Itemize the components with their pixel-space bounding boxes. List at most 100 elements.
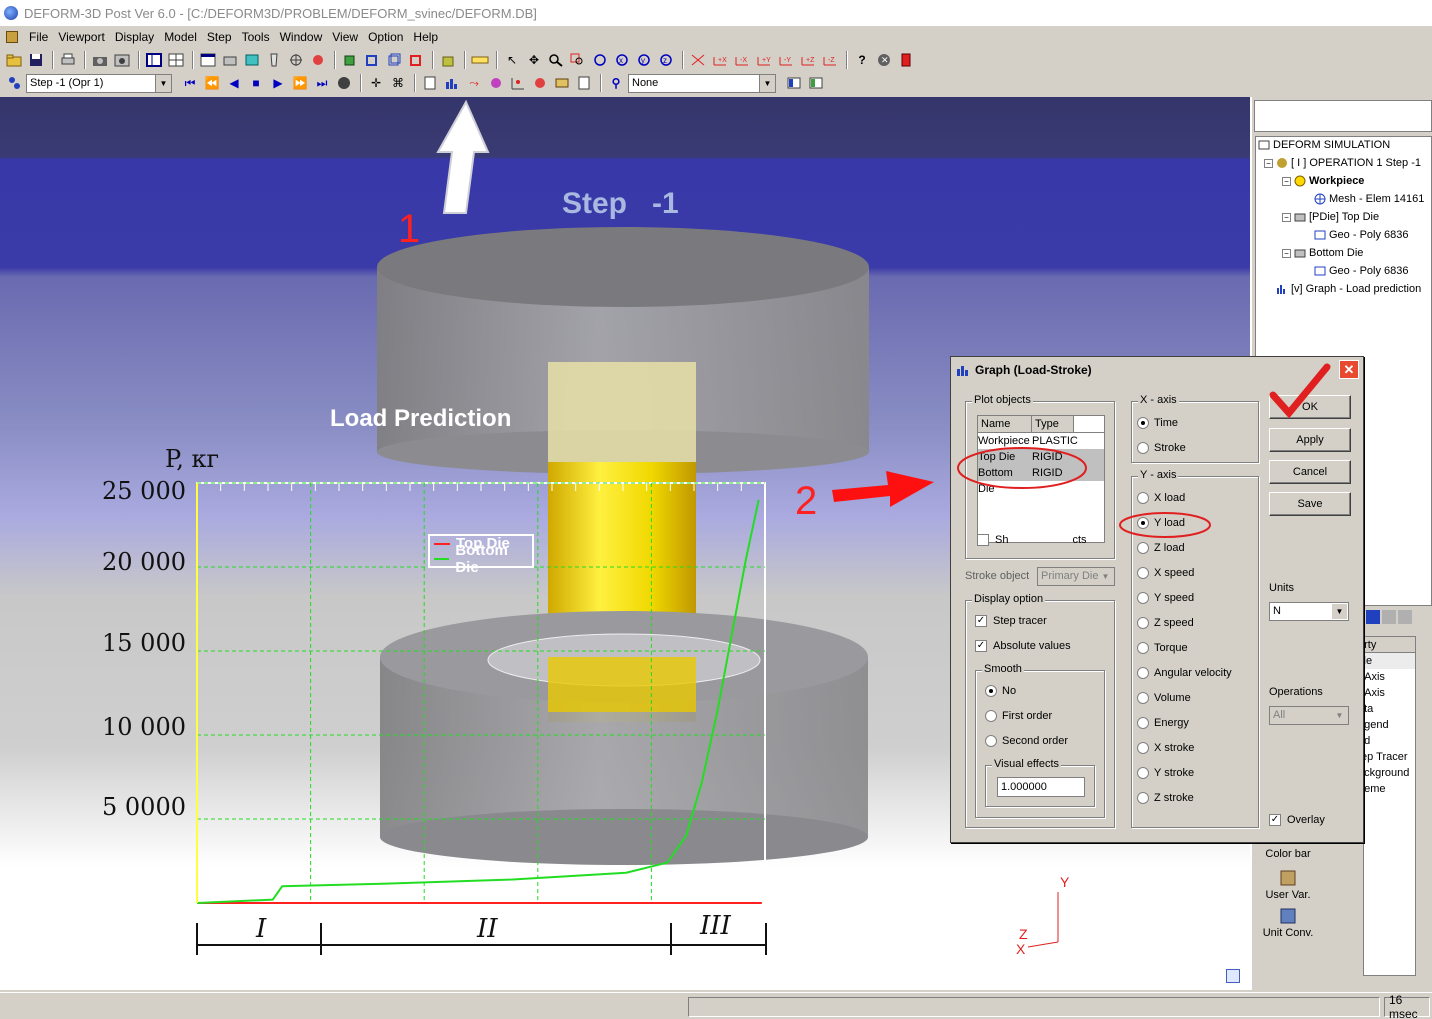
y-option-radio[interactable]: Energy bbox=[1137, 717, 1189, 729]
radio[interactable] bbox=[1137, 617, 1149, 629]
sphere-icon[interactable] bbox=[486, 73, 506, 93]
y-option-radio[interactable]: Y stroke bbox=[1137, 767, 1194, 779]
y-option-radio[interactable]: Z speed bbox=[1137, 617, 1194, 629]
ruler-icon[interactable] bbox=[470, 50, 490, 70]
fast-forward-icon[interactable]: ⏩ bbox=[290, 73, 310, 93]
view-py-icon[interactable]: +Y bbox=[754, 50, 774, 70]
overlay-checkbox[interactable]: ✓ Overlay bbox=[1269, 814, 1325, 826]
animation-icon[interactable] bbox=[334, 73, 354, 93]
last-step-icon[interactable]: ⏭ bbox=[312, 73, 332, 93]
radio[interactable] bbox=[1137, 667, 1149, 679]
rotate-z-icon[interactable]: z bbox=[656, 50, 676, 70]
visual-effects-input[interactable]: 1.000000 bbox=[997, 777, 1085, 797]
play-icon[interactable]: ▶ bbox=[268, 73, 288, 93]
checkbox[interactable]: ✓ bbox=[975, 640, 987, 652]
beaker-icon[interactable] bbox=[264, 50, 284, 70]
user-var-button[interactable]: User Var. bbox=[1258, 869, 1318, 901]
save-button[interactable]: Save bbox=[1269, 492, 1351, 516]
view-nz-icon[interactable]: -Z bbox=[820, 50, 840, 70]
stop-play-icon[interactable]: ■ bbox=[246, 73, 266, 93]
property-item[interactable]: tep Tracer bbox=[1364, 749, 1415, 765]
state-variable-icon[interactable]: ⤳ bbox=[464, 73, 484, 93]
viewport-corner-icon[interactable] bbox=[1226, 969, 1240, 983]
property-tabs[interactable] bbox=[1366, 606, 1432, 628]
property-item[interactable]: itle bbox=[1364, 653, 1415, 669]
radio[interactable] bbox=[1137, 717, 1149, 729]
checkbox[interactable] bbox=[977, 534, 989, 546]
menu-model[interactable]: Model bbox=[159, 30, 202, 44]
layout-icon[interactable] bbox=[144, 50, 164, 70]
radio[interactable] bbox=[985, 710, 997, 722]
point-tracking-icon[interactable]: ✛ bbox=[366, 73, 386, 93]
cube-green-icon[interactable] bbox=[340, 50, 360, 70]
fast-back-icon[interactable]: ⏪ bbox=[202, 73, 222, 93]
x-stroke-radio[interactable]: Stroke bbox=[1137, 442, 1186, 454]
stroke-object-select[interactable]: Primary Die ▼ bbox=[1037, 567, 1115, 586]
step-back-icon[interactable]: ◀ bbox=[224, 73, 244, 93]
column-type[interactable]: Type bbox=[1032, 416, 1074, 432]
radio[interactable] bbox=[1137, 542, 1149, 554]
menu-display[interactable]: Display bbox=[110, 30, 159, 44]
property-item[interactable]: ata bbox=[1364, 701, 1415, 717]
radio[interactable] bbox=[985, 735, 997, 747]
cube-blue-icon[interactable] bbox=[362, 50, 382, 70]
y-option-radio[interactable]: Z stroke bbox=[1137, 792, 1194, 804]
select-arrow-icon[interactable]: ↖ bbox=[502, 50, 522, 70]
y-option-radio[interactable]: Z load bbox=[1137, 542, 1185, 554]
report-icon[interactable] bbox=[574, 73, 594, 93]
tree-item-top-die-geo[interactable]: Geo - Poly 6836 bbox=[1314, 227, 1409, 243]
axis-xyz-icon[interactable] bbox=[688, 50, 708, 70]
tree-item-bottom-die-geo[interactable]: Geo - Poly 6836 bbox=[1314, 263, 1409, 279]
open-icon[interactable] bbox=[4, 50, 24, 70]
exit-icon[interactable] bbox=[896, 50, 916, 70]
rotate-x-icon[interactable]: x bbox=[612, 50, 632, 70]
menu-window[interactable]: Window bbox=[275, 30, 328, 44]
y-option-radio[interactable]: Angular velocity bbox=[1137, 667, 1232, 679]
y-option-radio[interactable]: X stroke bbox=[1137, 742, 1194, 754]
collapse-icon[interactable]: − bbox=[1282, 248, 1291, 258]
radio[interactable] bbox=[1137, 742, 1149, 754]
slice-icon[interactable] bbox=[552, 73, 572, 93]
property-item[interactable]: rid bbox=[1364, 733, 1415, 749]
collapse-icon[interactable]: − bbox=[1264, 158, 1273, 168]
legend-icon[interactable] bbox=[784, 73, 804, 93]
summary-icon[interactable] bbox=[420, 73, 440, 93]
radio[interactable] bbox=[1137, 692, 1149, 704]
menu-tools[interactable]: Tools bbox=[237, 30, 275, 44]
y-option-radio[interactable]: Torque bbox=[1137, 642, 1188, 654]
tree-item-workpiece[interactable]: − Workpiece bbox=[1282, 173, 1364, 189]
radio[interactable] bbox=[1137, 442, 1149, 454]
units-select[interactable]: N ▼ bbox=[1269, 602, 1349, 621]
legend2-icon[interactable] bbox=[806, 73, 826, 93]
smooth-first-order-radio[interactable]: First order bbox=[985, 710, 1052, 722]
rotate-icon[interactable] bbox=[308, 50, 328, 70]
unit-conv-button[interactable]: Unit Conv. bbox=[1258, 907, 1318, 939]
object-cube-icon[interactable] bbox=[438, 50, 458, 70]
load-stroke-graph-icon[interactable] bbox=[442, 73, 462, 93]
smooth-second-order-radio[interactable]: Second order bbox=[985, 735, 1068, 747]
distribution-icon[interactable] bbox=[508, 73, 528, 93]
absolute-values-checkbox[interactable]: ✓ Absolute values bbox=[975, 640, 1071, 652]
zoom-icon[interactable] bbox=[546, 50, 566, 70]
radio[interactable] bbox=[1137, 792, 1149, 804]
step-wizard-icon[interactable] bbox=[4, 73, 24, 93]
radio[interactable] bbox=[1137, 417, 1149, 429]
tab-icon-3[interactable] bbox=[1398, 610, 1412, 624]
y-option-radio[interactable]: Volume bbox=[1137, 692, 1191, 704]
property-item[interactable]: egend bbox=[1364, 717, 1415, 733]
stop-icon[interactable]: ✕ bbox=[874, 50, 894, 70]
radio[interactable] bbox=[1137, 592, 1149, 604]
radio[interactable] bbox=[1137, 767, 1149, 779]
menu-step[interactable]: Step bbox=[202, 30, 237, 44]
tree-item-top-die[interactable]: − [PDie] Top Die bbox=[1282, 209, 1379, 225]
view-ny-icon[interactable]: -Y bbox=[776, 50, 796, 70]
radio[interactable] bbox=[1137, 492, 1149, 504]
collapse-icon[interactable]: − bbox=[1282, 176, 1291, 186]
operations-select[interactable]: All ▼ bbox=[1269, 706, 1349, 725]
target-icon[interactable] bbox=[286, 50, 306, 70]
camera-icon[interactable] bbox=[90, 50, 110, 70]
menu-option[interactable]: Option bbox=[363, 30, 408, 44]
property-item[interactable]: - Axis bbox=[1364, 669, 1415, 685]
radio[interactable] bbox=[1137, 642, 1149, 654]
view-pz-icon[interactable]: +Z bbox=[798, 50, 818, 70]
